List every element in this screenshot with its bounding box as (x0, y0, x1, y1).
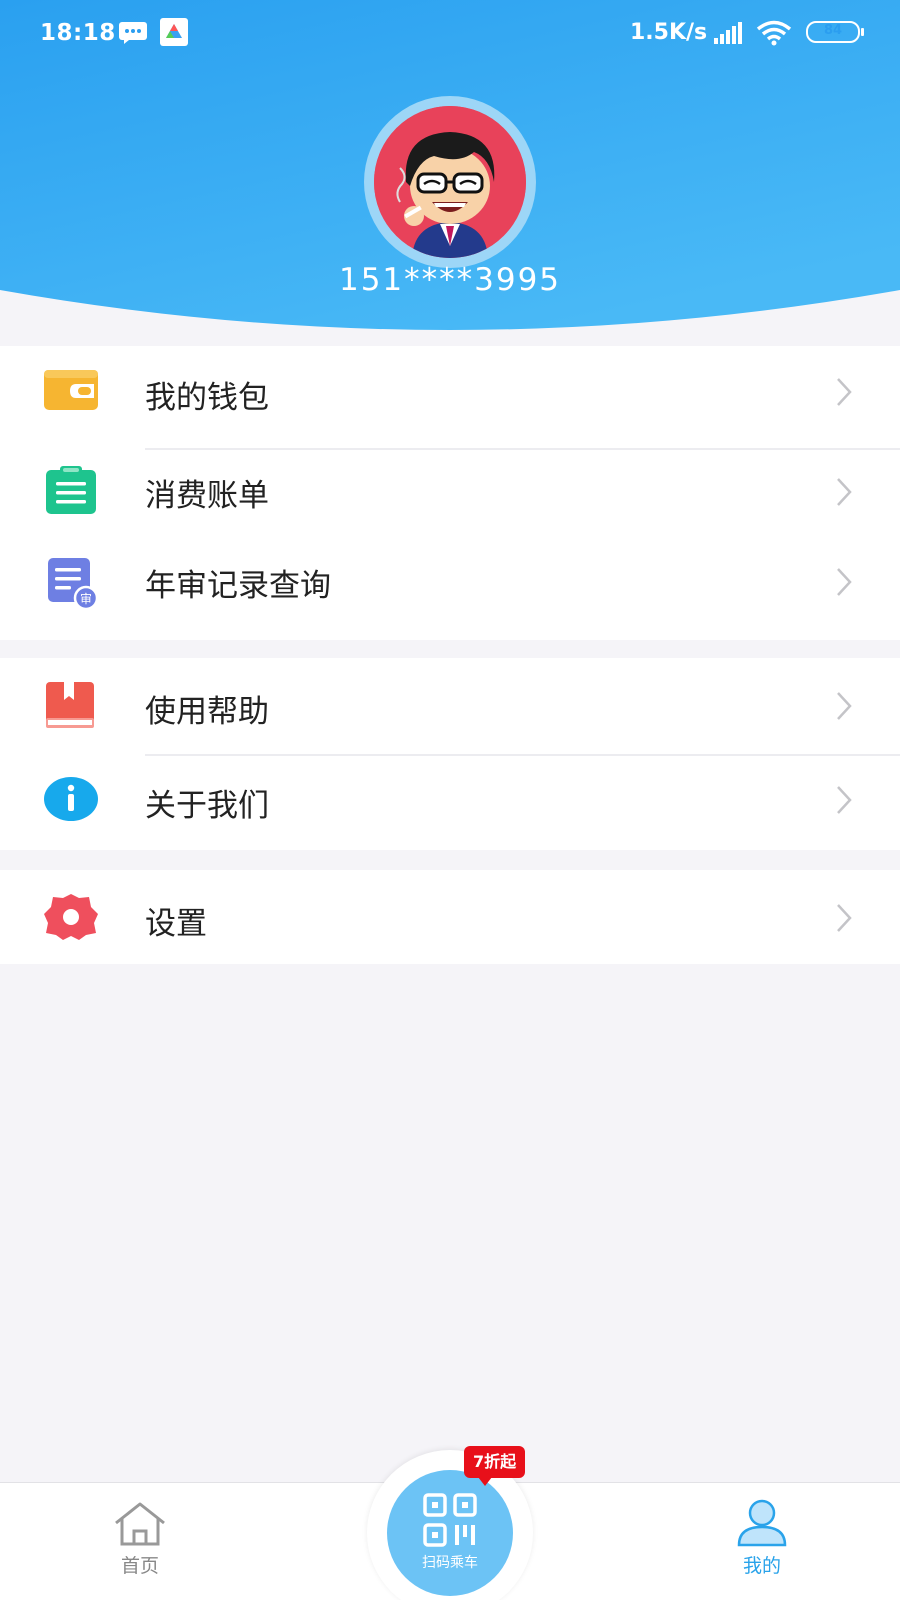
menu-label-help: 使用帮助 (145, 694, 269, 730)
chevron-right-icon (837, 904, 852, 932)
chevron-right-icon (837, 378, 852, 406)
info-icon (44, 777, 98, 821)
menu-item-about[interactable]: 关于我们 (0, 756, 900, 848)
cartoon-face-icon (374, 106, 526, 258)
tab-mine[interactable]: 我的 (662, 1483, 862, 1600)
menu-group-info: 使用帮助 关于我们 (0, 658, 900, 850)
chevron-right-icon (837, 478, 852, 506)
profile-header: 18:18 1.5K/s 84 151****3995 (0, 0, 900, 340)
status-time: 18:18 (40, 20, 116, 46)
chevron-right-icon (837, 692, 852, 720)
wallet-icon (44, 370, 98, 410)
battery-text: 84 (823, 23, 843, 38)
promo-badge: 7折起 (464, 1446, 526, 1486)
clipboard-icon (46, 466, 96, 514)
signal-icon (714, 22, 742, 44)
home-icon (115, 1502, 165, 1546)
chevron-right-icon (837, 568, 852, 596)
avatar[interactable] (364, 96, 536, 268)
menu-item-annual-review[interactable]: 审 年审记录查询 (0, 542, 900, 634)
avatar-image (374, 106, 526, 258)
review-badge: 审 (80, 591, 92, 606)
scan-button-core: 扫码乘车 (387, 1470, 513, 1596)
tab-home[interactable]: 首页 (40, 1483, 240, 1600)
menu-label-settings: 设置 (145, 906, 207, 942)
scan-label: 扫码乘车 (422, 1555, 478, 1571)
menu-item-bill[interactable]: 消费账单 (0, 450, 900, 542)
tab-label-home: 首页 (120, 1555, 159, 1577)
menu-label-annual-review: 年审记录查询 (145, 568, 331, 604)
menu-item-help[interactable]: 使用帮助 (0, 658, 900, 750)
chevron-right-icon (837, 786, 852, 814)
book-icon (46, 682, 94, 728)
menu-group-settings: 设置 (0, 870, 900, 964)
menu-label-about: 关于我们 (145, 788, 269, 824)
tab-label-mine: 我的 (742, 1555, 781, 1577)
app-notification-icon (160, 18, 188, 46)
battery-icon: 84 (806, 21, 864, 43)
menu-item-wallet[interactable]: 我的钱包 (0, 346, 900, 438)
message-icon (119, 22, 147, 44)
menu-group-account: 我的钱包 消费账单 审 年审记录查询 (0, 346, 900, 640)
user-icon (737, 1499, 787, 1547)
menu-item-settings[interactable]: 设置 (0, 870, 900, 962)
document-review-icon: 审 (48, 558, 98, 611)
gear-icon (44, 894, 98, 940)
user-phone-number: 151****3995 (338, 262, 562, 298)
status-bar: 18:18 1.5K/s 84 (0, 0, 900, 64)
qr-code-icon (423, 1493, 477, 1547)
menu-label-wallet: 我的钱包 (145, 380, 269, 416)
menu-label-bill: 消费账单 (145, 478, 269, 514)
network-speed: 1.5K/s (630, 20, 708, 45)
wifi-icon (756, 20, 792, 46)
